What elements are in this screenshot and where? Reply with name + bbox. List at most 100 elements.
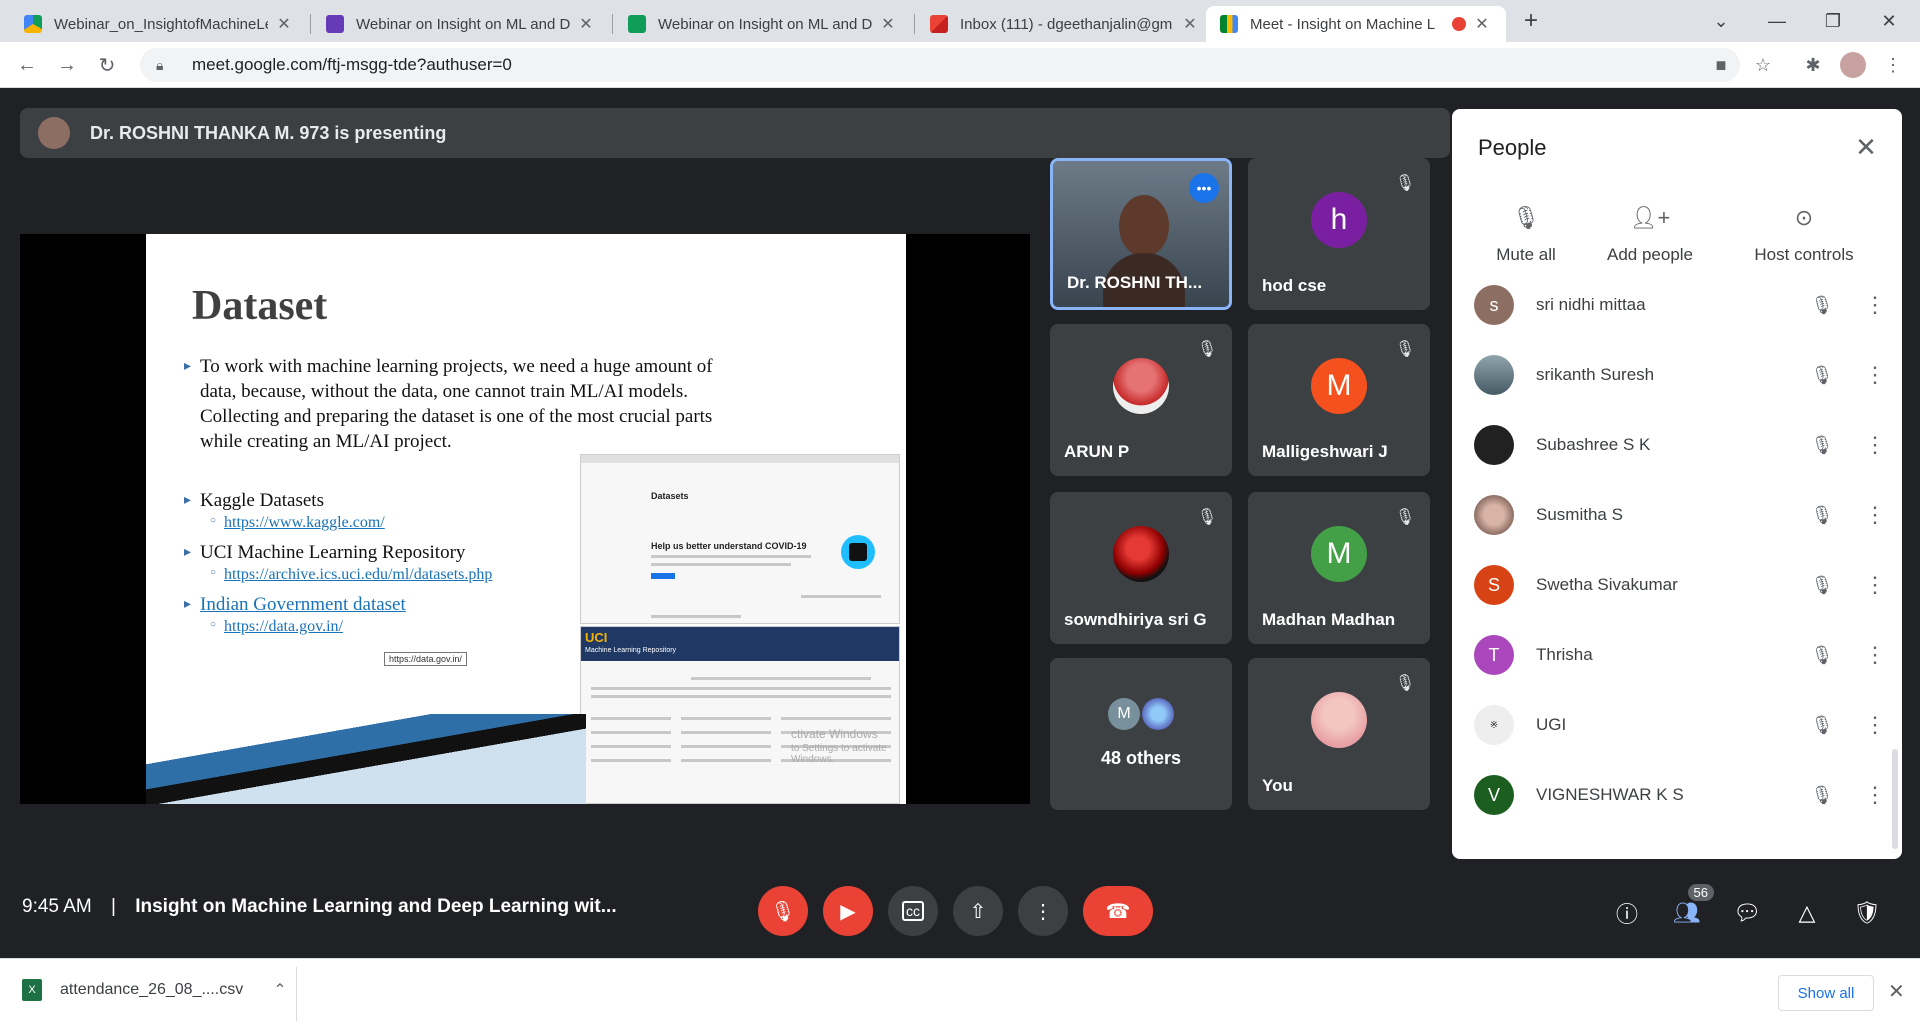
presentation-view[interactable]: Dataset ▸ To work with machine learning … <box>20 234 1030 804</box>
minimize-icon[interactable]: — <box>1754 4 1800 38</box>
forward-icon[interactable]: → <box>52 50 82 80</box>
address-bar[interactable]: 🔒︎ meet.google.com/ftj-msgg-tde?authuser… <box>140 48 1740 82</box>
present-button[interactable]: ⇧ <box>953 886 1003 936</box>
more-vert-icon[interactable]: ⋮ <box>1864 292 1886 318</box>
add-people-button[interactable]: 👤︎+ Add people <box>1590 205 1710 265</box>
people-button[interactable]: 👥︎ 56 <box>1670 884 1714 930</box>
slide-item: ▸ Kaggle Datasets <box>184 490 324 511</box>
mic-off-icon: 🎙︎ <box>1394 341 1416 358</box>
back-icon[interactable]: ← <box>12 50 42 80</box>
host-controls-icon[interactable]: 🛡︎ <box>1850 896 1884 930</box>
close-panel-icon[interactable]: ✕ <box>1848 129 1884 165</box>
bookmark-star-icon[interactable]: ☆ <box>1750 52 1776 78</box>
mic-off-icon[interactable]: 🎙︎ <box>1804 575 1840 596</box>
participant-tile[interactable]: 🎙︎ M Madhan Madhan <box>1248 492 1430 644</box>
captions-button[interactable]: cc <box>888 886 938 936</box>
mic-off-icon[interactable]: 🎙︎ <box>1804 295 1840 316</box>
more-options-icon[interactable]: ••• <box>1189 173 1219 203</box>
avatar: M <box>1311 526 1367 582</box>
participant-row[interactable]: Subashree S K 🎙︎ ⋮ <box>1474 417 1886 473</box>
participant-row[interactable]: srikanth Suresh 🎙︎ ⋮ <box>1474 347 1886 403</box>
participant-tile[interactable]: 🎙︎ sowndhiriya sri G <box>1050 492 1232 644</box>
participant-tile[interactable]: ••• Dr. ROSHNI TH... <box>1050 158 1232 310</box>
slide-link[interactable]: ○ https://www.kaggle.com/ <box>210 514 385 532</box>
close-tab-icon[interactable]: ✕ <box>878 14 898 34</box>
participant-row[interactable]: ※ UGI 🎙︎ ⋮ <box>1474 697 1886 753</box>
participant-tile[interactable]: 🎙︎ M Malligeshwari J <box>1248 324 1430 476</box>
close-tab-icon[interactable]: ✕ <box>576 14 596 34</box>
window-close-icon[interactable]: ✕ <box>1866 4 1912 38</box>
more-vert-icon[interactable]: ⋮ <box>1864 712 1886 738</box>
close-tab-icon[interactable]: ✕ <box>1180 14 1200 34</box>
activities-icon[interactable]: △ <box>1790 896 1824 930</box>
new-tab-button[interactable]: + <box>1508 4 1554 38</box>
meet-icon <box>1220 15 1238 33</box>
browser-tab[interactable]: Webinar on Insight on ML and D ✕ <box>614 6 912 42</box>
recording-dot-icon <box>1452 17 1466 31</box>
more-vert-icon[interactable]: ⋮ <box>1864 362 1886 388</box>
slide-link[interactable]: ○ https://data.gov.in/ <box>210 618 343 636</box>
more-vert-icon[interactable]: ⋮ <box>1864 432 1886 458</box>
participant-row[interactable]: s sri nidhi mittaa 🎙︎ ⋮ <box>1474 277 1886 333</box>
participant-tile[interactable]: 🎙︎ h hod cse <box>1248 158 1430 310</box>
camera-icon[interactable]: ■ <box>1708 52 1734 78</box>
chrome-menu-icon[interactable]: ⋮ <box>1880 52 1906 78</box>
mic-off-icon[interactable]: 🎙︎ <box>1804 365 1840 386</box>
avatar: T <box>1474 635 1514 675</box>
mic-off-icon[interactable]: 🎙︎ <box>1804 785 1840 806</box>
bullet-marker-icon: ▸ <box>184 597 192 612</box>
mic-off-icon[interactable]: 🎙︎ <box>1804 435 1840 456</box>
avatar <box>1311 692 1367 748</box>
participant-tile[interactable]: 🎙︎ ARUN P <box>1050 324 1232 476</box>
meeting-info-icon[interactable]: ⓘ <box>1610 896 1644 930</box>
chat-icon[interactable]: 💬︎ <box>1730 896 1764 930</box>
self-tile[interactable]: 🎙︎ You <box>1248 658 1430 810</box>
lock-icon: 🔒︎ <box>156 56 164 73</box>
participant-row[interactable]: Susmitha S 🎙︎ ⋮ <box>1474 487 1886 543</box>
sub-bullet-icon: ○ <box>210 567 217 578</box>
end-call-icon: ☎︎ <box>1105 900 1131 923</box>
participant-row[interactable]: S Swetha Sivakumar 🎙︎ ⋮ <box>1474 557 1886 613</box>
mic-off-icon[interactable]: 🎙︎ <box>1804 715 1840 736</box>
browser-tab[interactable]: Webinar_on_InsightofMachineLe ✕ <box>10 6 308 42</box>
mic-toggle-button[interactable]: 🎙︎ <box>758 886 808 936</box>
close-tab-icon[interactable]: ✕ <box>274 14 294 34</box>
show-all-button[interactable]: Show all <box>1778 975 1874 1011</box>
scrollbar[interactable] <box>1892 749 1898 849</box>
others-tile[interactable]: M 48 others <box>1050 658 1232 810</box>
covid-virus-icon <box>841 535 875 569</box>
mic-off-icon: 🎙︎ <box>1512 205 1540 230</box>
browser-tab-active[interactable]: Meet - Insight on Machine L ✕ <box>1206 6 1506 42</box>
close-download-bar-icon[interactable]: ✕ <box>1888 979 1905 1004</box>
more-vert-icon[interactable]: ⋮ <box>1864 642 1886 668</box>
slide: Dataset ▸ To work with machine learning … <box>146 234 906 804</box>
gmail-icon <box>930 15 948 33</box>
extensions-icon[interactable]: ✱ <box>1800 52 1826 78</box>
download-filename: attendance_26_08_....csv <box>60 981 244 998</box>
mic-off-icon[interactable]: 🎙︎ <box>1804 645 1840 666</box>
more-options-button[interactable]: ⋮ <box>1018 886 1068 936</box>
more-vert-icon[interactable]: ⋮ <box>1864 782 1886 808</box>
profile-avatar[interactable] <box>1840 52 1866 78</box>
participant-row[interactable]: T Thrisha 🎙︎ ⋮ <box>1474 627 1886 683</box>
leave-call-button[interactable]: ☎︎ <box>1083 886 1153 936</box>
browser-toolbar: ← → ↻ 🔒︎ meet.google.com/ftj-msgg-tde?au… <box>0 42 1920 88</box>
tab-search-icon[interactable]: ⌄ <box>1698 4 1744 38</box>
chevron-up-icon[interactable]: ⌃ <box>273 980 286 1000</box>
close-tab-icon[interactable]: ✕ <box>1472 14 1492 34</box>
more-vert-icon[interactable]: ⋮ <box>1864 502 1886 528</box>
mic-off-icon: 🎙︎ <box>1394 175 1416 192</box>
slide-link[interactable]: ○ https://archive.ics.uci.edu/ml/dataset… <box>210 566 492 584</box>
more-vert-icon[interactable]: ⋮ <box>1864 572 1886 598</box>
browser-tab[interactable]: Webinar on Insight on ML and D ✕ <box>312 6 610 42</box>
mute-all-button[interactable]: 🎙︎ Mute all <box>1466 205 1586 265</box>
participant-row[interactable]: V VIGNESHWAR K S 🎙︎ ⋮ <box>1474 767 1886 823</box>
camera-toggle-button[interactable]: ▶︎ <box>823 886 873 936</box>
host-controls-button[interactable]: ⊙ Host controls <box>1736 205 1872 265</box>
slide-item-link[interactable]: ▸ Indian Government dataset <box>184 592 406 617</box>
maximize-icon[interactable]: ❐ <box>1810 4 1856 38</box>
reload-icon[interactable]: ↻ <box>92 50 122 80</box>
download-item[interactable]: X attendance_26_08_....csv ⌃ <box>22 979 287 1001</box>
browser-tab[interactable]: Inbox (111) - dgeethanjalin@gm ✕ <box>916 6 1214 42</box>
mic-off-icon[interactable]: 🎙︎ <box>1804 505 1840 526</box>
